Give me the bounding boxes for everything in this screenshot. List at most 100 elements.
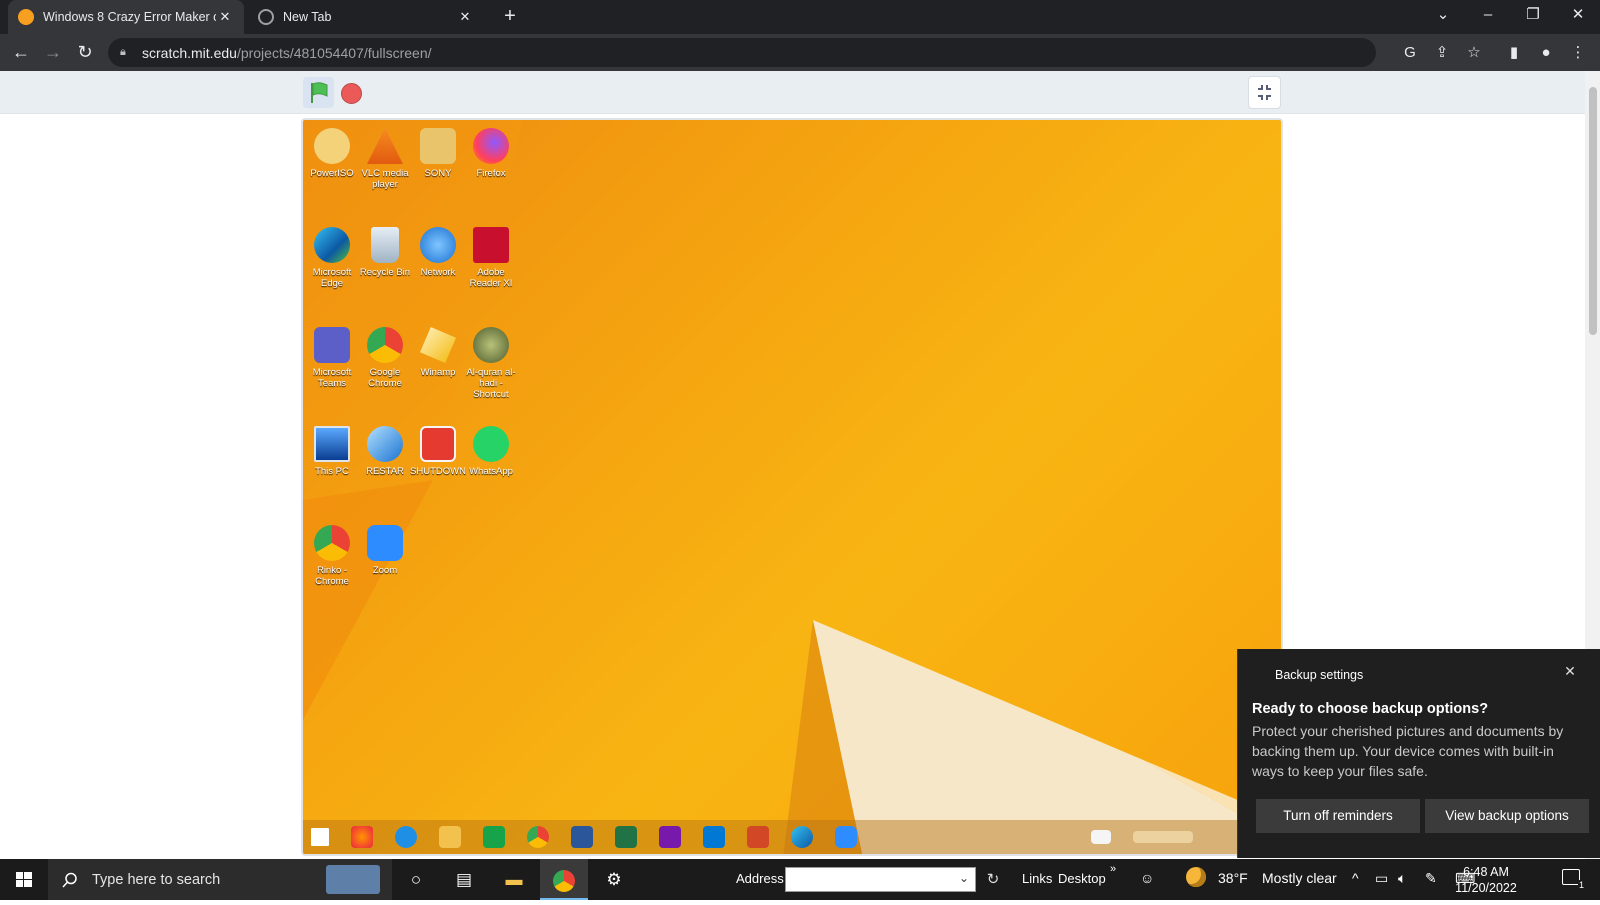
firefox-icon[interactable] <box>351 826 373 848</box>
start-button[interactable] <box>0 859 48 900</box>
restore-button[interactable]: ❐ <box>1513 0 1553 34</box>
windows-logo-icon[interactable] <box>311 828 329 846</box>
desktop-icon-shutdown[interactable]: SHUTDOWN <box>409 426 467 477</box>
view-backup-options-button[interactable]: View backup options <box>1425 799 1589 833</box>
desktop-icon-restart[interactable]: RESTAR <box>356 426 414 477</box>
desktop-icon-al-quran[interactable]: Al-quran al-hadi - Shortcut <box>462 327 520 400</box>
desktop-icon-firefox[interactable]: Firefox <box>462 128 520 179</box>
store-icon[interactable] <box>483 826 505 848</box>
share-icon[interactable]: ⇪ <box>1430 41 1454 65</box>
file-explorer-icon[interactable] <box>439 826 461 848</box>
pen-icon[interactable]: ✎ <box>1425 870 1437 887</box>
desktop-icon-label: WhatsApp <box>469 466 513 477</box>
new-tab-button[interactable]: + <box>498 5 522 29</box>
zoom-icon[interactable] <box>835 826 857 848</box>
url-bar[interactable]: 🔒︎ scratch.mit.edu/projects/481054407/fu… <box>108 38 1376 67</box>
desktop-icon-recycle-bin[interactable]: Recycle Bin <box>356 227 414 278</box>
bookmark-star-icon[interactable]: ☆ <box>1462 41 1486 65</box>
desktop-icon-adobe-reader[interactable]: Adobe Reader XI <box>462 227 520 289</box>
volume-icon[interactable]: 🔈︎ <box>1398 870 1406 887</box>
tab-new-tab[interactable]: New Tab ✕ <box>248 0 484 34</box>
network-icon[interactable]: ▭ <box>1375 870 1388 887</box>
address-refresh-icon[interactable]: ↻ <box>982 868 1004 891</box>
tab-scratch-project[interactable]: Windows 8 Crazy Error Maker on ✕ <box>8 0 244 34</box>
desktop-icon-chrome[interactable]: Google Chrome <box>356 327 414 389</box>
address-toolbar-label: Address <box>736 871 784 886</box>
taskbar-search-box[interactable]: Type here to search <box>48 859 392 900</box>
weather-description[interactable]: Mostly clear <box>1262 870 1337 886</box>
tab-search-chevron-icon[interactable]: ⌄ <box>1423 0 1463 34</box>
outlook-icon[interactable] <box>703 826 725 848</box>
edge-icon[interactable] <box>791 826 813 848</box>
desktop-icon-this-pc[interactable]: This PC <box>303 426 361 477</box>
reload-icon[interactable]: ↻ <box>72 40 98 66</box>
windows-logo-icon <box>16 872 32 887</box>
chrome-taskbar-icon[interactable] <box>540 859 588 900</box>
power-icon <box>420 426 456 462</box>
chrome-profile-icon <box>314 525 350 561</box>
chrome-favicon-icon <box>258 9 274 25</box>
network-globe-icon <box>420 227 456 263</box>
onenote-icon[interactable] <box>659 826 681 848</box>
taskbar-clock[interactable]: 6:48 AM 11/20/2022 <box>1438 864 1534 896</box>
google-lens-icon[interactable]: G <box>1398 41 1422 65</box>
action-center-icon[interactable]: 1 <box>1562 869 1585 890</box>
desktop-icon-whatsapp[interactable]: WhatsApp <box>462 426 520 477</box>
back-arrow-icon[interactable]: ← <box>8 40 34 66</box>
scratch-stage[interactable]: PowerISO VLC media player SONY Firefox M… <box>301 118 1283 856</box>
desktop-icon-sony[interactable]: SONY <box>409 128 467 179</box>
word-icon[interactable] <box>571 826 593 848</box>
folder-icon <box>420 128 456 164</box>
forward-arrow-icon[interactable]: → <box>40 40 66 66</box>
green-flag-button[interactable] <box>303 77 334 108</box>
tab-close-icon[interactable]: ✕ <box>456 9 474 25</box>
minimize-button[interactable]: – <box>1468 0 1508 34</box>
links-toolbar[interactable]: Links <box>1022 871 1052 886</box>
desktop-icon-vlc[interactable]: VLC media player <box>356 128 414 190</box>
chevron-down-icon[interactable]: ⌄ <box>959 871 969 885</box>
excel-icon[interactable] <box>615 826 637 848</box>
people-icon[interactable]: ☺ <box>1140 870 1154 886</box>
task-view-icon[interactable]: ▤ <box>440 859 488 900</box>
desktop-icon-label: This PC <box>315 466 349 477</box>
internet-explorer-icon[interactable] <box>395 826 417 848</box>
toast-app-name: Backup settings <box>1275 668 1364 682</box>
search-highlight-thumbnail[interactable] <box>326 865 380 894</box>
scrollbar-thumb[interactable] <box>1589 87 1597 335</box>
tab-close-icon[interactable]: ✕ <box>216 9 234 25</box>
tab-title: New Tab <box>283 10 332 24</box>
profile-icon[interactable]: ● <box>1534 41 1558 65</box>
stop-button[interactable] <box>341 83 362 104</box>
cortana-icon[interactable]: ○ <box>392 859 440 900</box>
settings-gear-icon[interactable]: ⚙ <box>590 859 638 900</box>
desktop-icon-winamp[interactable]: Winamp <box>409 327 467 378</box>
menu-kebab-icon[interactable]: ⋮ <box>1566 41 1590 65</box>
desktop-icon-rinko-chrome[interactable]: Rinko - Chrome <box>303 525 361 587</box>
desktop-icon-label: Microsoft Edge <box>312 267 352 289</box>
chrome-icon[interactable] <box>527 826 549 848</box>
desktop-toolbar[interactable]: Desktop <box>1058 871 1106 886</box>
system-tray-icons[interactable] <box>1133 831 1193 843</box>
desktop-icon-poweriso[interactable]: PowerISO <box>303 128 361 179</box>
toast-close-icon[interactable]: ✕ <box>1560 663 1580 683</box>
desktop-icon-label: Microsoft Teams <box>312 367 352 389</box>
desktop-icon-edge[interactable]: Microsoft Edge <box>303 227 361 289</box>
desktop-icon-zoom[interactable]: Zoom <box>356 525 414 576</box>
address-toolbar-input[interactable]: ⌄ <box>785 867 976 892</box>
keyboard-icon[interactable] <box>1091 830 1111 844</box>
weather-moon-icon[interactable] <box>1186 867 1206 890</box>
powerpoint-icon[interactable] <box>747 826 769 848</box>
chrome-icon <box>367 327 403 363</box>
desktop-icon-label: PowerISO <box>310 168 354 179</box>
desktop-icon-label: SHUTDOWN <box>410 466 466 477</box>
weather-temperature[interactable]: 38°F <box>1218 870 1248 886</box>
close-window-button[interactable]: ✕ <box>1558 0 1598 34</box>
turn-off-reminders-button[interactable]: Turn off reminders <box>1256 799 1420 833</box>
toolbar-overflow-chevron-icon[interactable]: » <box>1110 863 1116 875</box>
exit-fullscreen-button[interactable] <box>1248 76 1281 109</box>
desktop-icon-teams[interactable]: Microsoft Teams <box>303 327 361 389</box>
desktop-icon-network[interactable]: Network <box>409 227 467 278</box>
side-panel-icon[interactable]: ▮ <box>1502 41 1526 65</box>
file-explorer-icon[interactable]: ▬ <box>490 859 538 900</box>
show-hidden-icons-chevron-icon[interactable]: ^ <box>1352 870 1359 886</box>
